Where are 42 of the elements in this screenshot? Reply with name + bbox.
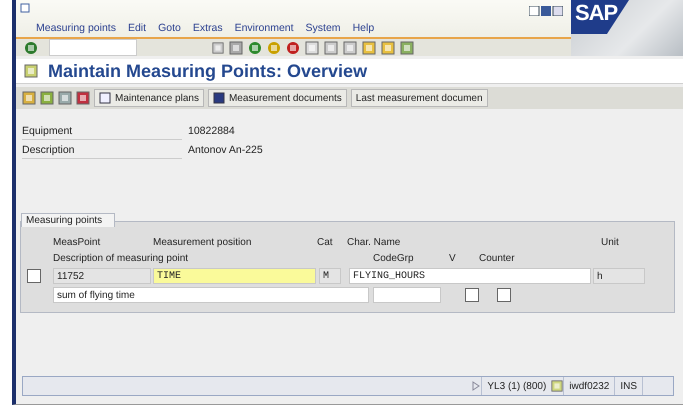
window-controls-icon[interactable] xyxy=(529,6,563,16)
input-field[interactable]: 11752 xyxy=(53,268,151,284)
menu-item[interactable]: Extras xyxy=(192,22,223,34)
menu-item[interactable]: System xyxy=(306,22,341,34)
column-header: Description of measuring point xyxy=(53,252,190,264)
checkbox[interactable] xyxy=(497,288,511,302)
column-header: Unit xyxy=(601,236,620,248)
column-header: Cat xyxy=(317,236,334,248)
menu-item[interactable]: Environment xyxy=(234,22,294,34)
command-field[interactable] xyxy=(49,39,137,56)
input-field[interactable]: sum of flying time xyxy=(53,287,369,303)
input-mode: INS xyxy=(614,377,642,395)
field-label: Description xyxy=(22,142,182,159)
column-header: CodeGrp xyxy=(373,252,415,264)
column-header: Counter xyxy=(479,252,516,264)
field-label: Equipment xyxy=(22,123,182,140)
sap-logo: SAP xyxy=(571,0,629,34)
row-select-checkbox[interactable] xyxy=(27,269,41,283)
menu-item[interactable]: Help xyxy=(352,22,374,34)
column-header: Measurement position xyxy=(153,236,252,248)
input-field[interactable]: h xyxy=(593,268,645,284)
toolbar-button[interactable]: Measurement documents xyxy=(208,89,347,107)
server-name: iwdf0232 xyxy=(563,377,614,395)
group-title: Measuring points xyxy=(21,213,116,227)
screen-title: Maintain Measuring Points: Overview xyxy=(48,60,368,82)
toolbar-button[interactable]: Maintenance plans xyxy=(94,89,204,107)
column-header: V xyxy=(449,252,457,264)
column-header: MeasPoint xyxy=(53,236,102,248)
triangle-icon[interactable] xyxy=(471,381,482,391)
field-value: 10822884 xyxy=(187,124,236,139)
checkbox[interactable] xyxy=(465,288,479,302)
input-field[interactable]: FLYING_HOURS xyxy=(349,268,591,284)
input-field[interactable]: TIME xyxy=(153,268,316,284)
column-header: Char. Name xyxy=(347,236,402,248)
field-value: Antonov An-225 xyxy=(187,143,264,158)
menu-item[interactable]: Goto xyxy=(158,22,181,34)
toolbar-button[interactable]: Last measurement documen xyxy=(350,89,488,107)
menu-item[interactable]: Edit xyxy=(128,22,146,34)
menu-item[interactable]: Measuring points xyxy=(36,22,116,34)
window-menu-icon[interactable] xyxy=(20,3,30,13)
input-field[interactable]: M xyxy=(319,268,341,284)
input-field[interactable] xyxy=(373,287,441,303)
